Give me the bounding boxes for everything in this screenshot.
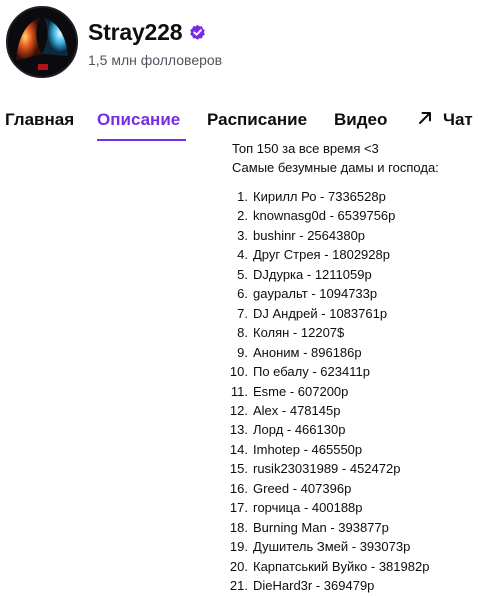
list-item: 15. rusik23031989 - 452472р bbox=[226, 459, 429, 478]
list-item: 10. По ебалу - 623411р bbox=[226, 362, 429, 381]
list-item-number: 20. bbox=[229, 558, 248, 574]
list-item-number: 15. bbox=[229, 461, 248, 477]
list-item-number: 7. bbox=[237, 305, 248, 321]
list-item-number: 21. bbox=[229, 578, 248, 594]
list-item-text: Greed - 407396р bbox=[253, 480, 352, 496]
tab-chat-label: Чат bbox=[443, 110, 473, 129]
list-item-text: Кирилл Ро - 7336528р bbox=[253, 189, 386, 204]
description-line-2: Самые безумные дамы и господа: bbox=[232, 160, 439, 175]
tab-chat[interactable]: Чат bbox=[417, 110, 473, 130]
followers-count: 1,5 млн фолловеров bbox=[88, 52, 223, 68]
list-item-number: 10. bbox=[229, 364, 248, 380]
channel-avatar[interactable] bbox=[6, 6, 78, 78]
list-item-number: 13. bbox=[229, 422, 248, 438]
list-item-text: rusik23031989 - 452472р bbox=[253, 461, 401, 477]
list-item-number: 16. bbox=[229, 480, 248, 496]
list-item-text: Душитель Змей - 393073р bbox=[253, 539, 411, 555]
channel-tabs: Главная Описание Расписание Видео Чат bbox=[0, 104, 478, 144]
channel-header: Stray228 1,5 млн фолловеров bbox=[6, 6, 472, 82]
list-item-text: Imhotep - 465550р bbox=[253, 441, 363, 457]
list-item: 12. Alex - 478145р bbox=[226, 401, 429, 420]
list-item-text: Колян - 12207$ bbox=[253, 325, 345, 341]
list-item: 20. Карпатський Вуйко - 381982р bbox=[226, 557, 430, 576]
list-item: 7. DJ Андрей - 1083761р bbox=[226, 304, 429, 323]
list-item-text: Карпатський Вуйко - 381982р bbox=[253, 558, 430, 574]
channel-name[interactable]: Stray228 bbox=[88, 19, 183, 46]
list-item-number: 11. bbox=[230, 383, 248, 399]
list-item-text: knownasg0d - 6539756р bbox=[253, 208, 396, 224]
list-item: 3. bushinr - 2564380р bbox=[226, 226, 429, 245]
list-item: 2. knownasg0d - 6539756р bbox=[226, 206, 429, 225]
list-item-text: gayральт - 1094733р bbox=[253, 286, 378, 302]
tab-home[interactable]: Главная bbox=[5, 110, 74, 130]
list-item: 1. Кирилл Ро - 7336528р bbox=[226, 187, 429, 206]
list-item-text: горчица - 400188р bbox=[253, 500, 363, 516]
top-donors-list: 1. Кирилл Ро - 7336528р 2. knownasg0d - 653… bbox=[226, 187, 430, 596]
list-item-number: 12. bbox=[229, 402, 248, 418]
list-item-text: Лорд - 466130р bbox=[253, 422, 346, 438]
list-item-number: 1. bbox=[237, 189, 248, 204]
description-line-1: Топ 150 за все время <3 bbox=[232, 141, 379, 156]
list-item-text: DJдурка - 1211059р bbox=[253, 266, 372, 282]
list-item-number: 9. bbox=[237, 344, 248, 360]
list-item-text: Друг Стрея - 1802928р bbox=[253, 247, 390, 263]
verified-badge-icon bbox=[190, 24, 206, 40]
list-item: 13. Лорд - 466130р bbox=[226, 420, 429, 439]
list-item: 5. DJдурка - 1211059р bbox=[226, 265, 429, 284]
list-item: 6. gayральт - 1094733р bbox=[226, 284, 429, 303]
list-item: 11. Esme - 607200р bbox=[226, 382, 429, 401]
list-item-text: DJ Андрей - 1083761р bbox=[253, 305, 388, 321]
list-item-number: 18. bbox=[229, 519, 248, 535]
list-item: 4. Друг Стрея - 1802928р bbox=[226, 245, 429, 264]
list-item-number: 14. bbox=[229, 441, 248, 457]
tab-videos[interactable]: Видео bbox=[334, 110, 387, 130]
list-item: 16. Greed - 407396р bbox=[226, 479, 429, 498]
list-item-text: Аноним - 896186р bbox=[253, 344, 362, 360]
avatar-artwork bbox=[8, 8, 76, 76]
list-item-text: Burning Man - 393877р bbox=[253, 519, 389, 535]
popout-arrow-icon bbox=[419, 112, 431, 124]
list-item: 21. DieHard3r - 369479р bbox=[226, 576, 429, 595]
list-item-number: 6. bbox=[237, 286, 248, 302]
list-item-text: DieHard3r - 369479р bbox=[253, 578, 375, 594]
list-item-number: 3. bbox=[237, 227, 248, 243]
list-item-text: По ебалу - 623411р bbox=[253, 364, 370, 380]
list-item-number: 19. bbox=[229, 539, 248, 555]
about-description: Топ 150 за все время <3 Самые безумные д… bbox=[232, 139, 439, 177]
tab-about[interactable]: Описание bbox=[97, 110, 180, 130]
list-item: 18. Burning Man - 393877р bbox=[226, 518, 429, 537]
list-item-number: 8. bbox=[237, 325, 248, 341]
list-item-number: 17. bbox=[229, 500, 248, 516]
list-item: 9. Аноним - 896186р bbox=[226, 343, 429, 362]
list-item-number: 5. bbox=[237, 266, 248, 282]
list-item-text: Alex - 478145р bbox=[253, 402, 341, 418]
list-item: 19. Душитель Змей - 393073р bbox=[226, 537, 429, 556]
tab-schedule[interactable]: Расписание bbox=[207, 110, 307, 130]
active-tab-indicator bbox=[97, 139, 186, 141]
list-item-number: 2. bbox=[237, 208, 248, 224]
list-item-text: bushinr - 2564380р bbox=[253, 227, 366, 243]
list-item: 8. Колян - 12207$ bbox=[226, 323, 429, 342]
list-item: 14. Imhotep - 465550р bbox=[226, 440, 429, 459]
list-item: 17. горчица - 400188р bbox=[226, 498, 429, 517]
list-item-number: 4. bbox=[237, 247, 248, 263]
list-item-text: Esme - 607200р bbox=[253, 383, 349, 399]
